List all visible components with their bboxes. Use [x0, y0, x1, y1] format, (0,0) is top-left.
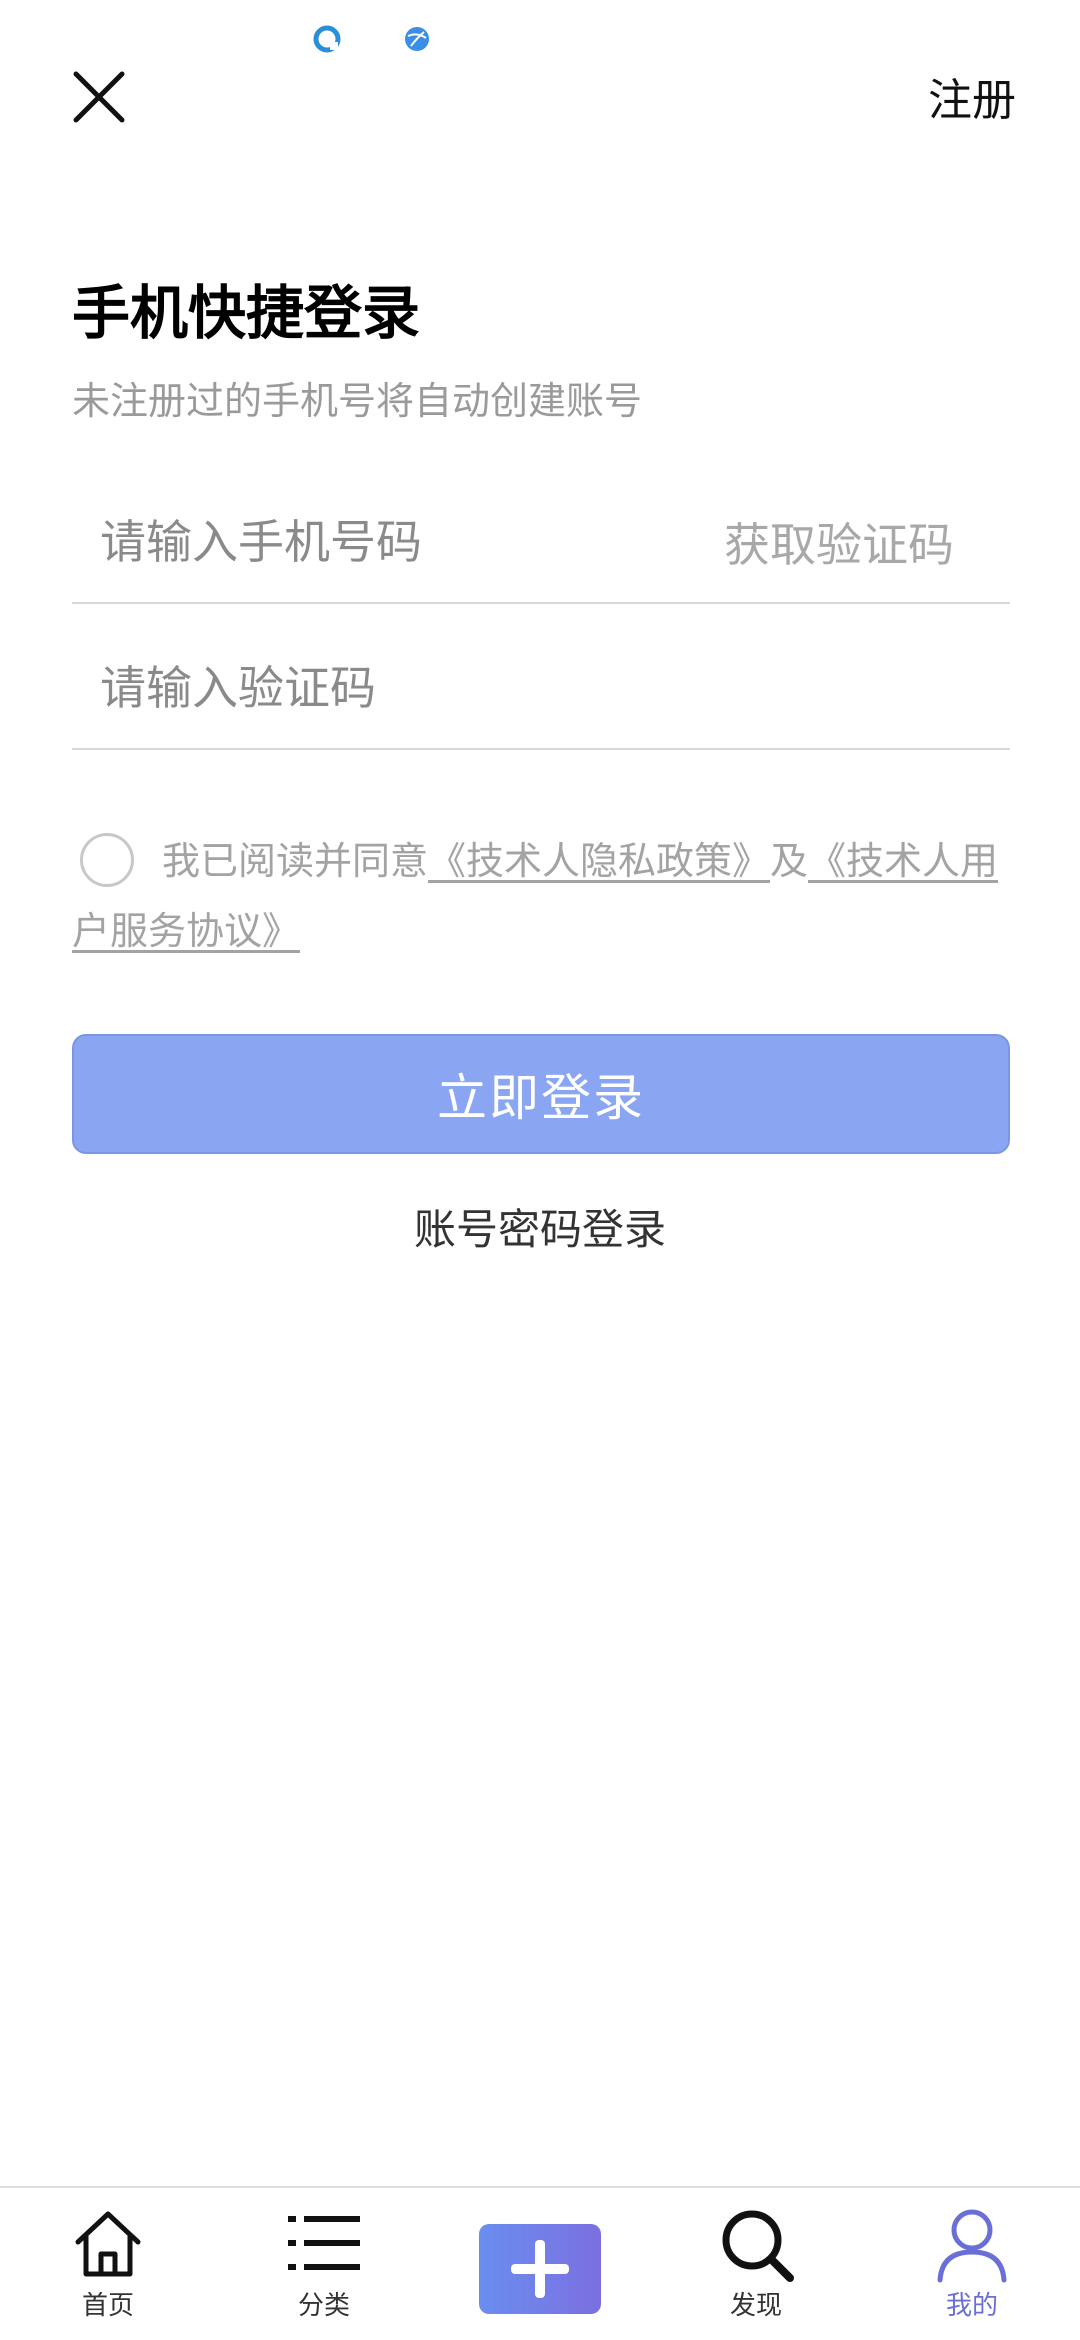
nav-label-discover: 发现 [729, 2291, 782, 2321]
agreement-prefix: 我已阅读并同意 [162, 839, 429, 883]
password-login-link[interactable]: 账号密码登录 [0, 1200, 1080, 1260]
list-icon [288, 2216, 360, 2270]
search-icon [722, 2210, 794, 2282]
plus-icon [511, 2240, 569, 2298]
nav-item-discover[interactable]: 发现 [666, 2188, 846, 2324]
verification-code-input[interactable] [72, 628, 1010, 748]
browser-notification-icon [405, 27, 429, 51]
user-icon [937, 2209, 1007, 2283]
nav-label-home: 首页 [81, 2291, 134, 2321]
close-icon [73, 71, 125, 123]
nav-item-profile[interactable]: 我的 [882, 2188, 1062, 2324]
page-subtitle: 未注册过的手机号将自动创建账号 [72, 379, 643, 423]
nav-label-category: 分类 [297, 2291, 350, 2321]
register-link[interactable]: 注册 [928, 74, 1016, 128]
get-code-button[interactable]: 获取验证码 [724, 509, 1010, 575]
agreement-joiner: 及 [770, 839, 809, 883]
app-notification-icon [313, 25, 341, 53]
home-icon [75, 2211, 141, 2277]
nav-item-home[interactable]: 首页 [18, 2188, 198, 2324]
status-icons [312, 24, 432, 54]
code-row [72, 628, 1010, 750]
nav-item-category[interactable]: 分类 [234, 2188, 414, 2324]
privacy-policy-link[interactable]: 《技术人隐私政策》 [428, 839, 770, 883]
bottom-nav: 首页 分类 发现 我的 [0, 2186, 1080, 2340]
close-button[interactable] [72, 70, 126, 124]
nav-label-profile: 我的 [945, 2291, 998, 2321]
nav-item-add[interactable] [450, 2188, 630, 2314]
add-button-tile [479, 2224, 601, 2314]
login-button[interactable]: 立即登录 [72, 1034, 1010, 1154]
phone-row: 获取验证码 [72, 482, 1010, 604]
phone-input[interactable] [72, 482, 724, 602]
agreement-checkbox[interactable] [80, 832, 134, 887]
page-title: 手机快捷登录 [72, 279, 421, 347]
agreement: 我已阅读并同意《技术人隐私政策》及《技术人用户服务协议》 [72, 826, 1002, 966]
